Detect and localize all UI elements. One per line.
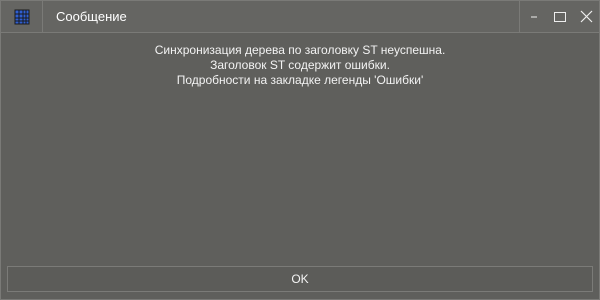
close-icon [580, 10, 592, 23]
message-text: Синхронизация дерева по заголовку ST неу… [1, 43, 599, 88]
app-icon-container [1, 1, 43, 32]
window-controls [525, 1, 595, 32]
grid-app-icon [14, 9, 29, 24]
message-dialog: Сообщение Синхронизация дерева по заголо… [0, 0, 600, 300]
message-line-1: Синхронизация дерева по заголовку ST неу… [154, 43, 446, 57]
maximize-icon [554, 11, 566, 22]
message-line-3: Подробности на закладке легенды 'Ошибки' [176, 73, 424, 87]
close-button[interactable] [577, 8, 595, 26]
minimize-button[interactable] [525, 8, 543, 26]
minimize-icon [531, 16, 537, 17]
window-title: Сообщение [56, 9, 127, 24]
maximize-button[interactable] [551, 8, 569, 26]
dialog-content: Синхронизация дерева по заголовку ST неу… [1, 33, 599, 265]
title-bar[interactable]: Сообщение [1, 1, 599, 33]
title-separator [519, 1, 520, 32]
ok-button[interactable]: OK [7, 266, 593, 292]
message-line-2: Заголовок ST содержит ошибки. [210, 58, 390, 72]
